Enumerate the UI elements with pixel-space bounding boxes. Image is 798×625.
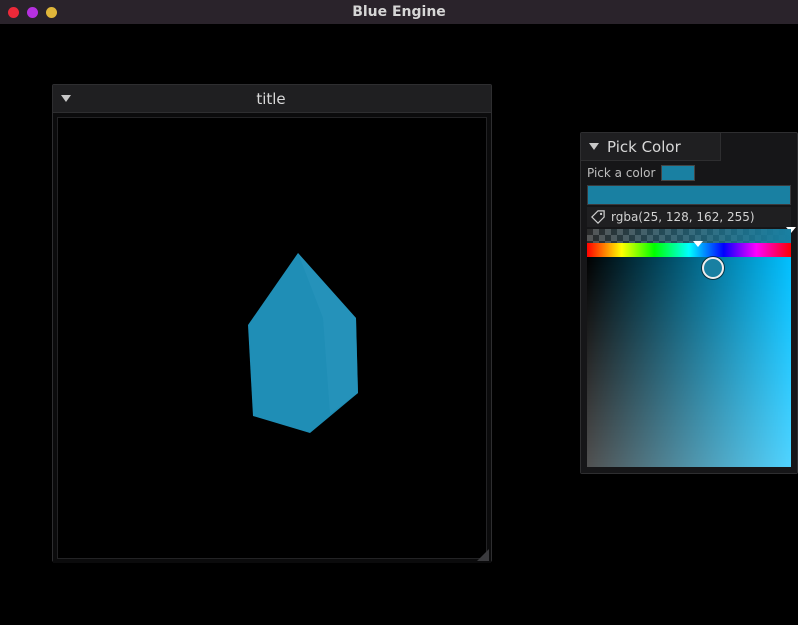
resize-grip[interactable] [475,547,489,561]
minimize-window-button[interactable] [27,7,38,18]
panel-pick-color[interactable]: Pick Color Pick a color rgba(25, 128, 16… [580,132,798,474]
panel-title-header[interactable]: title [53,85,491,113]
color-value-row[interactable]: rgba(25, 128, 162, 255) [587,207,791,227]
rendered-shape [58,118,486,558]
pick-color-row: Pick a color [587,165,791,181]
window-title: Blue Engine [0,4,798,20]
traffic-lights [0,7,57,18]
maximize-window-button[interactable] [46,7,57,18]
panel-title[interactable]: title [52,84,492,562]
panel-pick-color-label: Pick Color [607,138,681,156]
collapse-icon[interactable] [589,143,599,150]
titlebar: Blue Engine [0,0,798,24]
pick-color-label: Pick a color [587,166,655,180]
alpha-slider-handle[interactable] [786,227,796,233]
panel-title-body [53,113,491,563]
color-swatch-large[interactable] [587,185,791,205]
viewport[interactable] [57,117,487,559]
panel-title-label: title [59,90,483,108]
saturation-value-box[interactable] [587,257,791,467]
color-value-text: rgba(25, 128, 162, 255) [611,210,755,224]
tag-icon [591,210,605,224]
sv-val-gradient [587,257,791,467]
panel-pick-color-header[interactable]: Pick Color [581,133,721,161]
hue-slider[interactable] [587,243,791,257]
alpha-slider[interactable] [587,229,791,243]
hue-slider-handle[interactable] [693,241,703,247]
sv-cursor[interactable] [702,257,724,279]
workspace: title Pick Color P [0,24,798,625]
color-swatch-small[interactable] [661,165,695,181]
panel-pick-color-body: Pick a color rgba(25, 128, 162, 255) [581,161,797,473]
close-window-button[interactable] [8,7,19,18]
